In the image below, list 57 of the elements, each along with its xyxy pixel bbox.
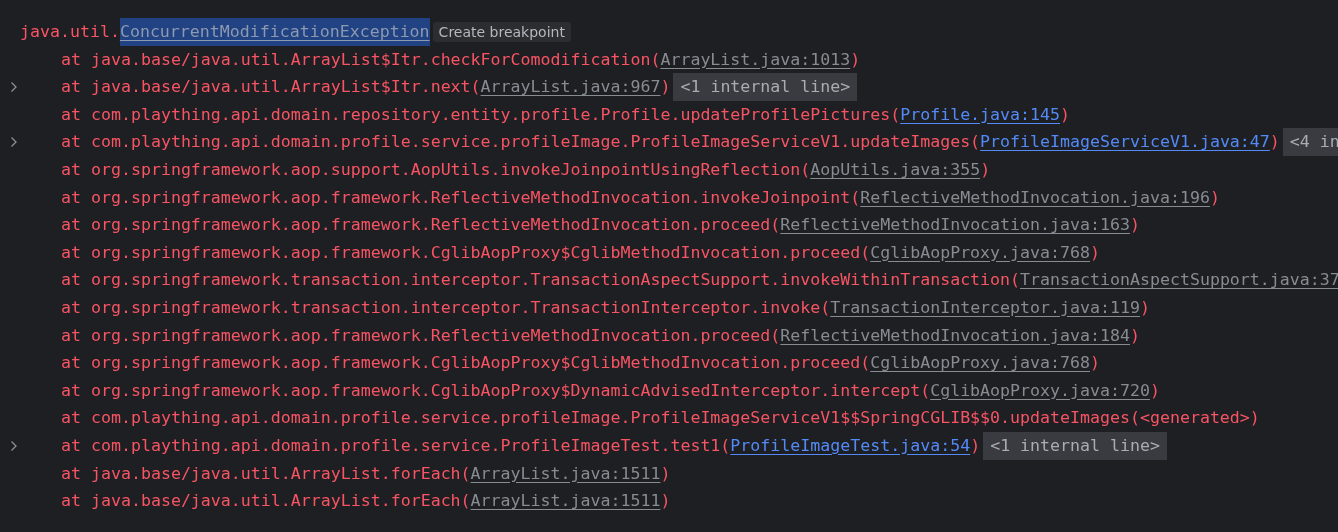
- closing-paren: ): [660, 462, 671, 485]
- source-link[interactable]: ReflectiveMethodInvocation.java:196: [860, 183, 1210, 212]
- source-link[interactable]: ProfileImageTest.java:54: [730, 431, 971, 460]
- source-link[interactable]: ArrayList.java:1511: [470, 459, 661, 488]
- source-link[interactable]: ReflectiveMethodInvocation.java:163: [780, 211, 1130, 239]
- closing-paren: ): [1209, 186, 1220, 209]
- internal-lines-badge[interactable]: <4 in: [1282, 128, 1338, 156]
- stack-frame-text: at java.base/java.util.ArrayList.forEach(: [61, 462, 471, 485]
- closing-paren: ): [1090, 241, 1100, 264]
- stack-frame-text: at org.springframework.aop.support.AopUtils.invokeJoinpointUsingReflection(: [61, 158, 811, 181]
- stack-frame-text: at com.plaything.api.domain.profile.service.profileImage.ProfileImageServiceV1.updateImages(: [61, 131, 981, 154]
- closing-paren: ): [970, 434, 981, 457]
- closing-paren: ): [850, 48, 861, 71]
- source-link[interactable]: ArrayList.java:1511: [470, 487, 661, 515]
- source-link[interactable]: CglibAopProxy.java:768: [870, 349, 1090, 377]
- source-link[interactable]: TransactionInterceptor.java:119: [830, 293, 1140, 322]
- internal-lines-badge[interactable]: <1 internal line>: [983, 431, 1167, 460]
- source-link[interactable]: Profile.java:145: [900, 100, 1061, 129]
- closing-paren: ): [660, 76, 671, 99]
- closing-paren: ): [980, 158, 991, 181]
- stack-frame-text: at org.springframework.aop.framework.CglibAopProxy$CglibMethodInvocation.proceed(: [61, 241, 871, 264]
- closing-paren: ): [1130, 324, 1140, 347]
- stack-frame-text: at org.springframework.transaction.interceptor.TransactionAspectSupport.invokeWithinTransaction(: [61, 269, 1021, 292]
- closing-paren: ): [1269, 131, 1280, 154]
- closing-paren: ): [660, 490, 671, 513]
- closing-paren: ): [1130, 214, 1140, 237]
- source-link[interactable]: CglibAopProxy.java:720: [930, 376, 1150, 405]
- stack-frame-text: at org.springframework.aop.framework.CglibAopProxy$CglibMethodInvocation.proceed(: [61, 352, 871, 375]
- source-link[interactable]: ReflectiveMethodInvocation.java:184: [780, 321, 1130, 350]
- source-link[interactable]: AopUtils.java:355: [810, 155, 981, 184]
- source-link[interactable]: TransactionAspectSupport.java:37: [1020, 266, 1338, 294]
- stack-frame-text: at java.base/java.util.ArrayList.forEach(: [61, 490, 471, 513]
- exception-package: java.util.: [20, 21, 120, 43]
- chevron-right-icon[interactable]: [10, 439, 18, 452]
- stack-frame-text: at java.base/java.util.ArrayList$Itr.checkForComodification(: [61, 48, 661, 71]
- stack-frame-text: at java.base/java.util.ArrayList$Itr.next(: [61, 76, 481, 99]
- internal-lines-badge[interactable]: <1 internal line>: [673, 73, 858, 101]
- closing-paren: ): [1060, 103, 1071, 126]
- stack-frame-text: at org.springframework.aop.framework.ReflectiveMethodInvocation.proceed(: [61, 324, 781, 347]
- source-link[interactable]: ProfileImageServiceV1.java:47: [980, 128, 1270, 156]
- stack-frame-text: at com.plaything.api.domain.repository.entity.profile.Profile.updateProfilePictures(: [61, 103, 901, 126]
- closing-paren: ): [1139, 296, 1150, 319]
- stack-frame-text: at org.springframework.aop.framework.ReflectiveMethodInvocation.proceed(: [61, 214, 781, 237]
- stack-frame-text: at com.plaything.api.domain.profile.service.profileImage.ProfileImageServiceV1$$SpringCGLIB$$0.updateImages(<generated>): [61, 407, 1260, 430]
- stack-frame-text: at org.springframework.transaction.interceptor.TransactionInterceptor.invoke(: [61, 296, 831, 319]
- source-link[interactable]: ArrayList.java:1013: [660, 45, 851, 74]
- closing-paren: ): [1149, 379, 1160, 402]
- source-link[interactable]: ArrayList.java:967: [480, 73, 661, 101]
- stack-frame-text: at com.plaything.api.domain.profile.service.ProfileImageTest.test1(: [61, 434, 731, 457]
- closing-paren: ): [1090, 352, 1100, 375]
- source-link[interactable]: CglibAopProxy.java:768: [870, 238, 1090, 267]
- chevron-right-icon[interactable]: [10, 81, 18, 93]
- stack-frame-text: at org.springframework.aop.framework.ReflectiveMethodInvocation.invokeJoinpoint(: [61, 186, 861, 209]
- create-breakpoint-hint[interactable]: Create breakpoint: [432, 21, 571, 42]
- exception-class-link[interactable]: ConcurrentModificationException: [119, 18, 430, 46]
- chevron-right-icon[interactable]: [10, 136, 18, 149]
- stack-frame-text: at org.springframework.aop.framework.CglibAopProxy$DynamicAdvisedInterceptor.intercept(: [61, 379, 931, 402]
